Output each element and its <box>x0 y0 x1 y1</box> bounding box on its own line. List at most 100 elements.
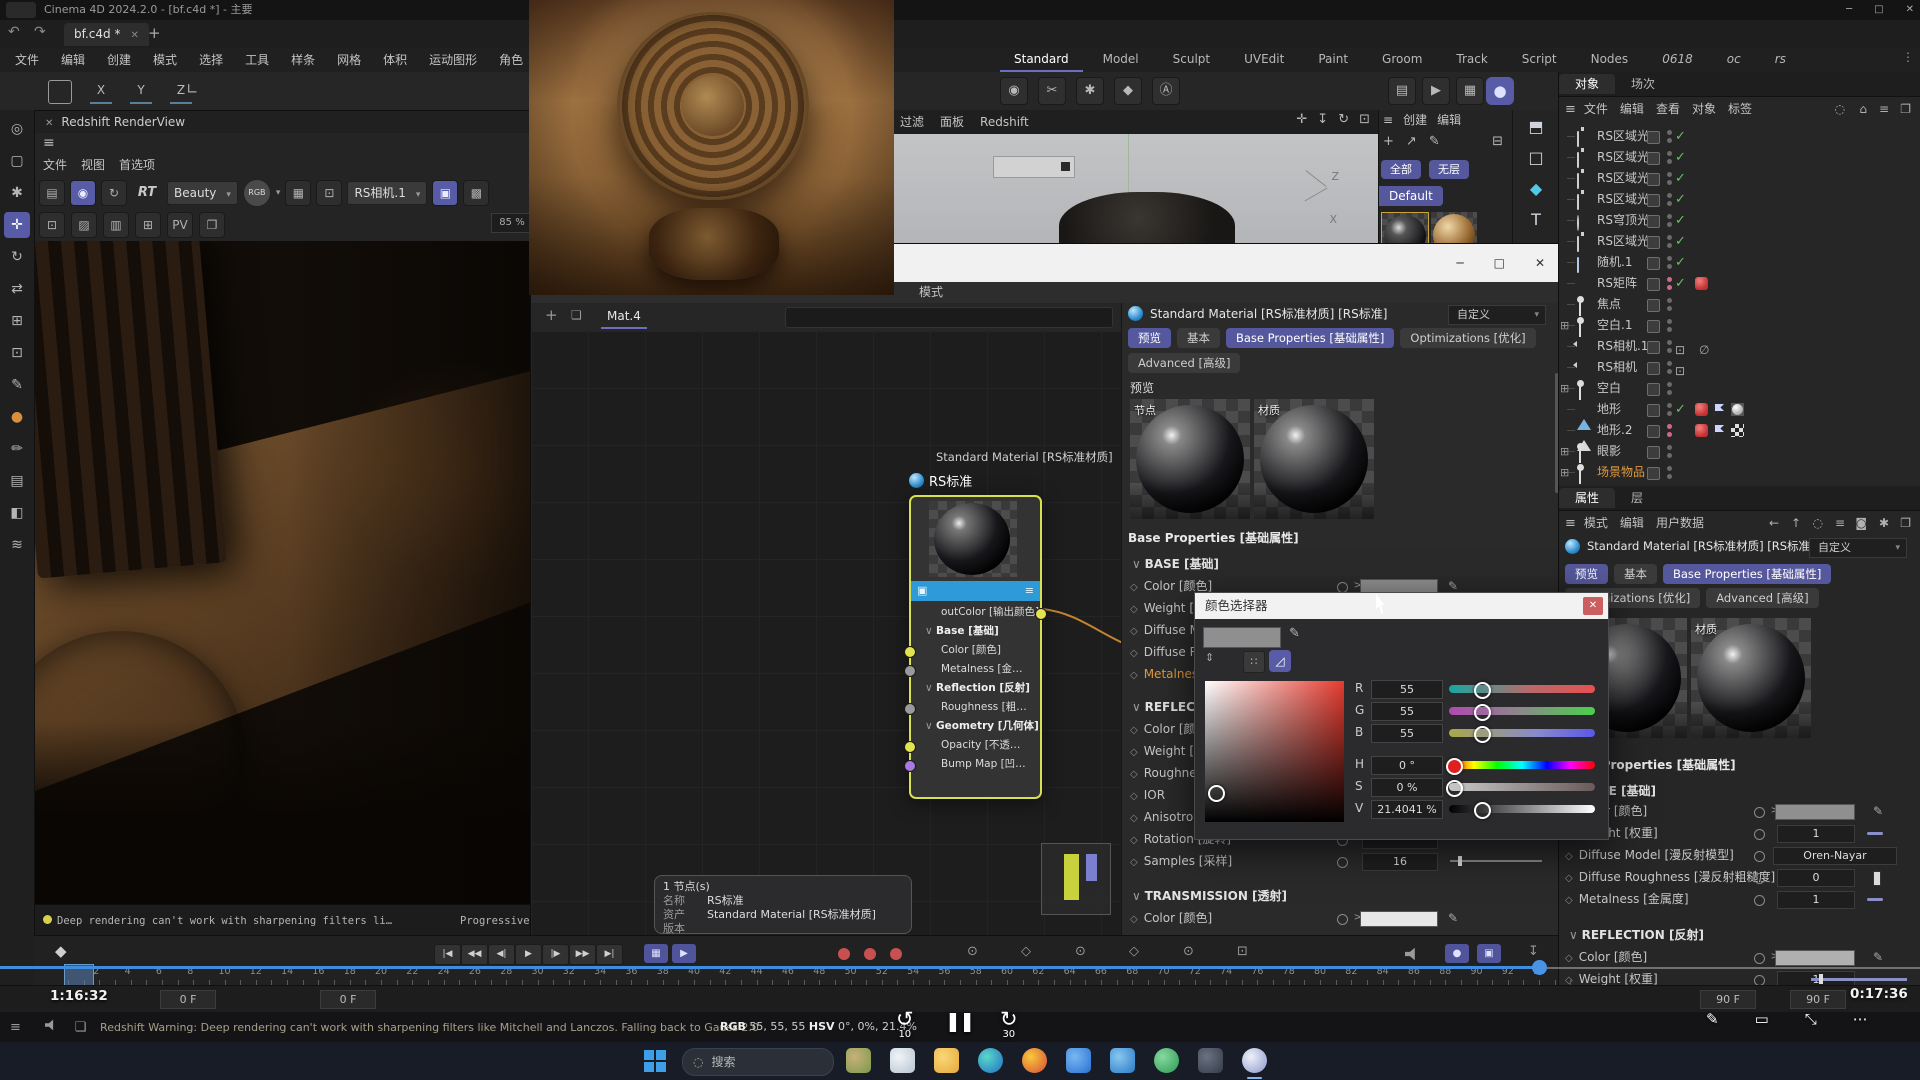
object-row-RS矩阵[interactable]: RS矩阵✓ <box>1559 273 1920 294</box>
refresh-icon[interactable]: ↻ <box>101 180 127 206</box>
deform-icon[interactable]: ≋ <box>4 532 30 558</box>
param-port[interactable] <box>1754 953 1765 964</box>
preview-end-field[interactable]: 90 F <box>1700 990 1756 1009</box>
channel-slider[interactable] <box>1449 783 1595 791</box>
preview-start-field[interactable]: 0 F <box>320 990 376 1009</box>
node-port-row[interactable]: Reflection [反射] <box>911 679 1040 698</box>
all-layers-button[interactable]: 全部 <box>1381 160 1421 179</box>
menu-工具[interactable]: 工具 <box>236 48 278 72</box>
object-row-焦点[interactable]: 焦点 <box>1559 294 1920 315</box>
object-row-地形.2[interactable]: 地形.2 <box>1559 420 1920 441</box>
visibility-toggle[interactable] <box>1647 173 1660 186</box>
layout-Groom[interactable]: Groom <box>1368 48 1436 72</box>
color-swatch[interactable] <box>1360 911 1438 927</box>
home-icon[interactable]: ⌂ <box>1859 96 1867 122</box>
texture-tag-icon[interactable] <box>1731 424 1744 437</box>
menu-样条[interactable]: 样条 <box>282 48 324 72</box>
param-port[interactable] <box>1754 895 1765 906</box>
node-port-row[interactable]: Opacity [不透… <box>911 736 1040 755</box>
marquee-icon[interactable]: □ <box>1521 144 1551 172</box>
menu-角色[interactable]: 角色 <box>490 48 532 72</box>
video-progress-knob[interactable] <box>1532 960 1547 975</box>
layout-0618[interactable]: 0618 <box>1648 48 1707 72</box>
burger-icon[interactable]: ≡ <box>1383 110 1393 130</box>
search-icon[interactable]: ◌ <box>1813 510 1823 536</box>
visibility-toggle[interactable] <box>1647 383 1660 396</box>
status-burger-icon[interactable]: ≡ <box>10 1020 21 1035</box>
redshift-material-tag-icon[interactable] <box>1695 403 1708 416</box>
preset-dropdown[interactable]: 自定义 <box>1809 538 1907 558</box>
coordinate-system-icon[interactable] <box>48 80 72 104</box>
texture-tag-icon[interactable] <box>1731 403 1744 416</box>
key-toggle-2[interactable]: ⊙ <box>1075 944 1086 959</box>
filter-icon[interactable]: ≡ <box>1879 96 1889 122</box>
add-material-icon[interactable]: + <box>545 306 558 324</box>
menu-创建[interactable]: 创建 <box>98 48 140 72</box>
channel-slider[interactable] <box>1449 685 1595 693</box>
lock-icon[interactable]: ▣ <box>432 180 458 206</box>
filter-icon[interactable]: ≡ <box>1835 510 1845 536</box>
object-row-RS区域光.1[interactable]: RS区域光.1✓ <box>1559 168 1920 189</box>
object-row-RS区域光.3[interactable]: RS区域光.3✓ <box>1559 126 1920 147</box>
record-active-button[interactable]: ● <box>1445 944 1469 963</box>
visibility-toggle[interactable] <box>1647 446 1660 459</box>
render-dots[interactable] <box>1667 193 1672 206</box>
speaker-icon[interactable] <box>45 1019 57 1031</box>
param-value-field[interactable]: 1 <box>1777 891 1855 909</box>
axis-x-button[interactable]: X <box>90 78 112 104</box>
compare-icon[interactable]: ▨ <box>71 212 97 238</box>
channel-slider[interactable] <box>1449 805 1595 813</box>
node-port-row[interactable]: outColor [输出颜色] <box>911 603 1040 622</box>
snapshot-camera-icon[interactable]: ◉ <box>70 180 96 206</box>
menu-查看[interactable]: 查看 <box>1656 102 1680 116</box>
material-tab[interactable]: Mat.4 <box>601 306 647 329</box>
channel-value-field[interactable]: 55 <box>1371 680 1443 699</box>
material-preview-sphere[interactable]: 材质 <box>1254 399 1374 519</box>
pause-button[interactable]: ▌▌ <box>950 1008 979 1038</box>
param-slider-knob[interactable] <box>1458 856 1462 866</box>
render-settings-icon[interactable]: ▦ <box>1456 77 1484 105</box>
paint-icon[interactable]: ● <box>4 404 30 430</box>
enabled-check-icon[interactable]: ✓ <box>1675 147 1686 168</box>
sketch-icon[interactable]: ✏ <box>4 436 30 462</box>
param-port[interactable] <box>1337 914 1348 925</box>
taskbar-explorer[interactable] <box>934 1048 959 1073</box>
transport-3[interactable]: ▶ <box>515 944 542 965</box>
visibility-toggle[interactable] <box>1647 194 1660 207</box>
chat-icon[interactable]: ❏ <box>75 1020 87 1035</box>
taskbar-app-blue[interactable] <box>1110 1048 1135 1073</box>
visibility-toggle[interactable] <box>1647 404 1660 417</box>
layout-oc[interactable]: oc <box>1713 48 1755 72</box>
transport-4[interactable]: |▶ <box>542 944 569 965</box>
layout-Track[interactable]: Track <box>1442 48 1501 72</box>
tab-Base Properties [基础属性][interactable]: Base Properties [基础属性] <box>1226 328 1394 348</box>
color-swatch[interactable] <box>1775 950 1855 966</box>
visibility-toggle[interactable] <box>1647 152 1660 165</box>
bucket-grid-icon[interactable]: ▩ <box>463 180 489 206</box>
scale-icon[interactable]: ⇄ <box>4 276 30 302</box>
transport-0[interactable]: |◀ <box>434 944 461 965</box>
pick-layer-icon[interactable]: ✎ <box>1429 134 1440 149</box>
menu-选择[interactable]: 选择 <box>190 48 232 72</box>
node-preview-sphere[interactable]: 节点 <box>1130 399 1250 519</box>
snapshot-icon[interactable]: ⊡ <box>39 212 65 238</box>
visibility-toggle[interactable] <box>1647 299 1660 312</box>
layer-menu-create[interactable]: 创建 <box>1403 110 1427 130</box>
taskbar-app-dark[interactable] <box>1198 1048 1223 1073</box>
taskbar-app-green[interactable] <box>1154 1048 1179 1073</box>
tab-Advanced [高级][interactable]: Advanced [高级] <box>1128 353 1240 373</box>
key-toggle-5[interactable]: ⊡ <box>1237 944 1248 959</box>
protection-tag-icon[interactable]: ⊡ <box>1675 361 1685 374</box>
trash-icon[interactable]: ⊟ <box>1492 134 1503 149</box>
video-progress-bar[interactable] <box>0 966 1540 969</box>
settings-gear-icon[interactable]: ✱ <box>1076 77 1104 105</box>
menu-文件[interactable]: 文件 <box>1584 102 1608 116</box>
render-dots[interactable] <box>1667 466 1672 479</box>
lock-icon[interactable]: ◙ <box>1855 510 1867 536</box>
layout-Standard[interactable]: Standard <box>1000 48 1083 72</box>
tab-层[interactable]: 层 <box>1615 487 1659 509</box>
transport-5[interactable]: ▶▶ <box>569 944 596 965</box>
render-active-icon[interactable]: ▶ <box>1422 77 1450 105</box>
slider-knob[interactable] <box>1474 802 1491 819</box>
param-dropdown[interactable]: Oren-Nayar <box>1773 847 1897 865</box>
